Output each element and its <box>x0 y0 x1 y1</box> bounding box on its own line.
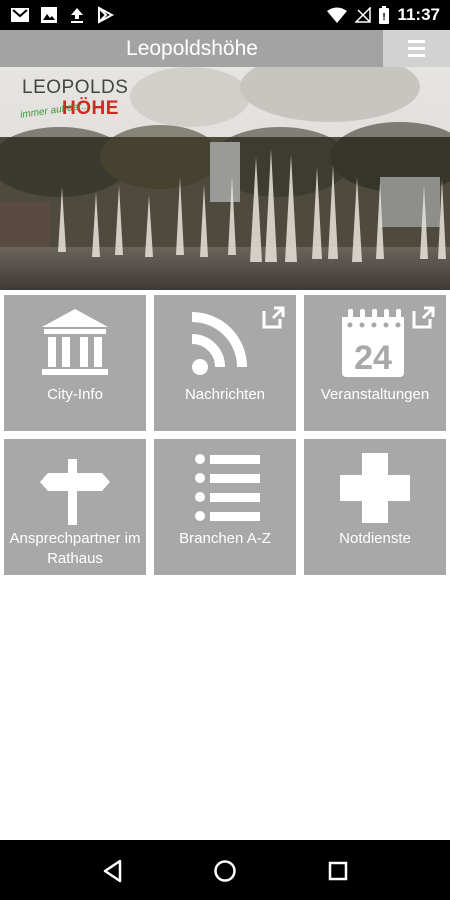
no-signal-icon <box>355 7 372 23</box>
notification-icons <box>10 6 114 24</box>
tile-label: Notdienste <box>339 530 411 547</box>
tile-label: Branchen A-Z <box>179 530 271 547</box>
navigation-bar <box>0 840 450 900</box>
hero-image: LEOPOLDS HÖHE immer auf der... <box>0 67 450 290</box>
tile-label: Veranstaltungen <box>320 386 430 403</box>
tile-nachrichten[interactable]: Nachrichten <box>154 295 296 431</box>
svg-text:24: 24 <box>354 339 392 377</box>
svg-text:!: ! <box>383 12 386 23</box>
external-link-icon <box>412 306 435 329</box>
play-store-icon <box>98 6 114 24</box>
tile-veranstaltungen[interactable]: 24 Veranstaltungen <box>304 295 446 431</box>
upload-icon <box>71 8 83 23</box>
town-logo: LEOPOLDS HÖHE immer auf der... <box>18 73 136 139</box>
app-title: Leopoldshöhe <box>126 37 258 60</box>
recents-icon[interactable] <box>325 858 351 884</box>
system-icons: ! 11:37 <box>327 5 440 25</box>
wifi-icon <box>327 7 348 23</box>
tile-label: Nachrichten <box>184 386 266 403</box>
tile-city-info[interactable]: City-Info <box>4 295 146 431</box>
battery-icon: ! <box>379 6 390 24</box>
tile-label: City-Info <box>47 386 103 403</box>
tile-ansprechpartner[interactable]: Ansprechpartner im Rathaus <box>4 439 146 575</box>
image-icon <box>41 7 57 23</box>
app-bar: Leopoldshöhe <box>0 30 450 67</box>
logo-text-top: LEOPOLDS <box>22 77 129 98</box>
external-link-icon <box>262 306 285 329</box>
tile-label: Ansprechpartner im Rathaus <box>9 530 141 567</box>
list-icon <box>195 454 260 521</box>
building-icon <box>42 309 108 375</box>
hamburger-menu-icon <box>408 40 425 57</box>
status-time: 11:37 <box>397 5 440 24</box>
signpost-icon <box>40 459 110 525</box>
tile-notdienste[interactable]: Notdienste <box>304 439 446 575</box>
tile-branchen[interactable]: Branchen A-Z <box>154 439 296 575</box>
status-bar: ! 11:37 <box>0 0 450 30</box>
home-icon[interactable] <box>212 858 238 884</box>
menu-button[interactable] <box>383 30 450 67</box>
gmail-icon <box>11 8 29 22</box>
cross-icon <box>340 453 410 523</box>
back-icon[interactable] <box>100 858 126 884</box>
